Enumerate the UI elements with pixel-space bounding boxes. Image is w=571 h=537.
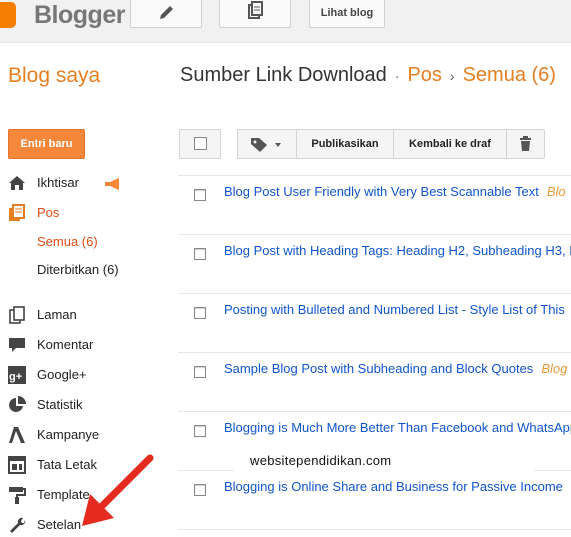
sidebar-item-stats[interactable]: Statistik (8, 393, 168, 417)
blog-title[interactable]: Blog saya (8, 64, 100, 88)
sidebar-item-posts[interactable]: Pos (8, 201, 168, 225)
sidebar-item-campaigns[interactable]: Kampanye (8, 423, 168, 447)
section-name[interactable]: Pos (407, 64, 441, 86)
post-checkbox[interactable] (194, 366, 206, 378)
svg-text:g+: g+ (9, 371, 22, 383)
campaign-icon (9, 427, 25, 443)
watermark: websitependidikan.com (234, 448, 534, 474)
post-row[interactable]: Posting with Bulleted and Numbered List … (178, 293, 571, 352)
top-bar: Blogger Lihat blog (0, 0, 571, 43)
post-checkbox[interactable] (194, 248, 206, 260)
label-dropdown-button[interactable] (237, 129, 297, 159)
post-title[interactable]: Blog Post User Friendly with Very Best S… (224, 184, 539, 199)
sidebar-item-google-plus[interactable]: g+ Google+ (8, 363, 168, 387)
breadcrumb: Sumber Link Download · Pos › Semua (6) (180, 64, 556, 87)
pencil-icon (160, 6, 173, 19)
sidebar-item-label: Statistik (37, 397, 83, 412)
post-title[interactable]: Blogging is Much More Better Than Facebo… (224, 420, 571, 435)
comment-icon (9, 338, 25, 352)
posts-icon (9, 204, 25, 221)
sidebar-item-label: Laman (37, 307, 77, 322)
megaphone-icon (105, 178, 119, 190)
pages-icon (9, 306, 25, 324)
sidebar-item-pages[interactable]: Laman (8, 303, 168, 327)
sidebar-item-label: Google+ (37, 367, 87, 382)
sidebar-item-overview[interactable]: Ikhtisar (8, 171, 168, 195)
breadcrumb-separator: › (449, 68, 455, 84)
revert-to-draft-button[interactable]: Kembali ke draf (393, 129, 507, 159)
post-title[interactable]: Posting with Bulleted and Numbered List … (224, 302, 565, 317)
chevron-down-icon (275, 143, 281, 147)
app-name: Blogger (34, 1, 125, 29)
edit-post-button[interactable] (130, 0, 202, 28)
layout-icon (8, 456, 26, 474)
delete-button[interactable] (506, 129, 545, 159)
new-post-button[interactable]: Entri baru (8, 129, 85, 159)
post-checkbox[interactable] (194, 425, 206, 437)
select-all-checkbox[interactable] (179, 129, 221, 159)
trash-icon (520, 136, 531, 151)
post-row[interactable]: Blog Post with Heading Tags: Heading H2,… (178, 234, 571, 293)
home-icon (9, 176, 25, 190)
view-posts-button[interactable] (219, 0, 291, 28)
post-label[interactable]: Blog (541, 361, 567, 376)
breadcrumb-separator: · (394, 68, 400, 84)
checkbox-box (194, 137, 207, 150)
wrench-icon (10, 517, 26, 533)
sidebar-item-label: Ikhtisar (37, 175, 79, 190)
filter-name: Semua (6) (462, 64, 556, 86)
post-title[interactable]: Blog Post with Heading Tags: Heading H2,… (224, 243, 571, 258)
publish-button[interactable]: Publikasikan (296, 129, 394, 159)
post-row[interactable]: Blog Post User Friendly with Very Best S… (178, 175, 571, 234)
sidebar-item-label: Komentar (37, 337, 94, 352)
sidebar-item-label: Pos (37, 205, 60, 220)
post-label[interactable]: Blo (547, 184, 566, 199)
post-row[interactable]: Sample Blog Post with Subheading and Blo… (178, 352, 571, 411)
row-divider (178, 529, 571, 530)
post-title[interactable]: Sample Blog Post with Subheading and Blo… (224, 361, 533, 376)
post-title[interactable]: Blogging is Online Share and Business fo… (224, 479, 563, 494)
pie-chart-icon (9, 396, 26, 412)
post-checkbox[interactable] (194, 484, 206, 496)
paint-roller-icon (9, 487, 26, 504)
sidebar-subitem-all[interactable]: Semua (6) (37, 232, 98, 252)
tag-icon (251, 138, 281, 152)
post-checkbox[interactable] (194, 307, 206, 319)
view-blog-button[interactable]: Lihat blog (309, 0, 385, 28)
post-checkbox[interactable] (194, 189, 206, 201)
sidebar-item-label: Kampanye (37, 427, 100, 442)
blog-name[interactable]: Sumber Link Download (180, 64, 387, 86)
annotation-arrow-icon (82, 454, 154, 526)
sidebar-subitem-published[interactable]: Diterbitkan (6) (37, 260, 119, 280)
google-plus-icon: g+ (8, 366, 26, 384)
post-row[interactable]: Blogging is Online Share and Business fo… (178, 470, 571, 529)
pages-icon (248, 1, 263, 19)
blogger-logo-icon (0, 2, 16, 28)
sidebar-item-comments[interactable]: Komentar (8, 333, 168, 357)
watermark-text: websitependidikan.com (250, 453, 392, 468)
